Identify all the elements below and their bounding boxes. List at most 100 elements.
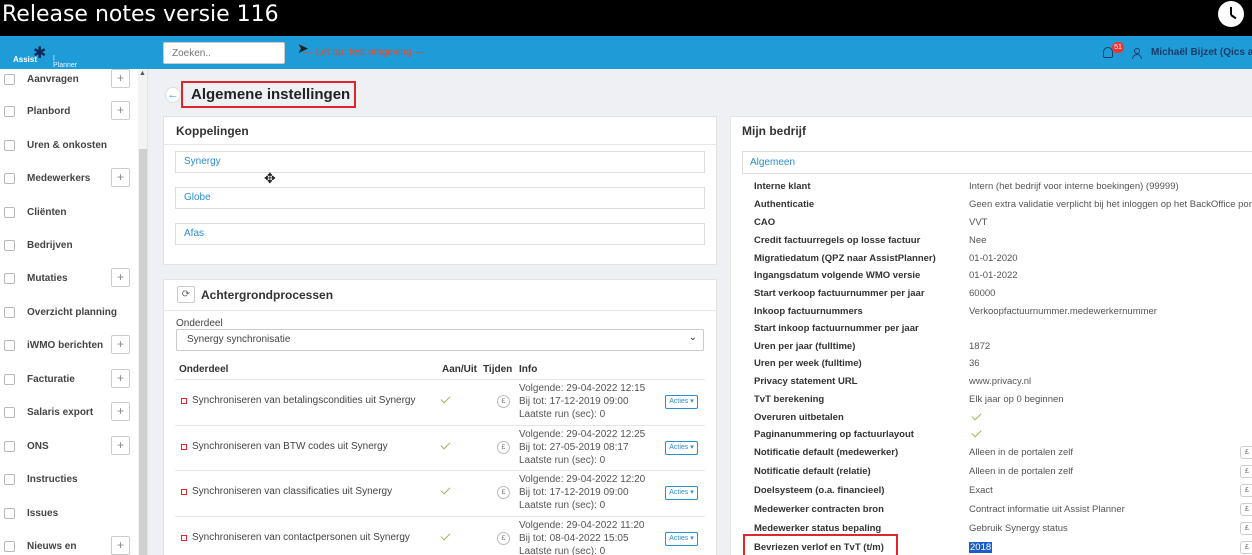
add-button[interactable]: + <box>111 268 130 287</box>
add-button[interactable]: + <box>111 402 130 421</box>
sidebar-item-overzicht-planning[interactable]: Overzicht planning <box>0 302 138 326</box>
onderdeel-select[interactable]: Synergy synchronisatie ⌄ <box>176 329 704 351</box>
sidebar-item-aanvragen[interactable]: Aanvragen + <box>0 69 138 93</box>
sidebar-item-label: Planbord <box>27 106 71 117</box>
setting-value: Alleen in de portalen zelf <box>969 447 1073 458</box>
sidebar-item-planbord[interactable]: Planbord + <box>0 101 138 125</box>
setting-label: Medewerker contracten bron <box>754 504 884 515</box>
sidebar-item-label: iWMO berichten <box>27 340 104 351</box>
clock-icon[interactable] <box>1218 1 1244 27</box>
video-icon <box>4 474 15 485</box>
clock-icon[interactable]: £ <box>497 486 510 499</box>
setting-value-text: Alleen in de portalen zelf <box>969 447 1074 458</box>
sidebar-item-label: Instructies <box>27 474 78 485</box>
setting-value-text: 01-01-2020 <box>969 253 1018 264</box>
calendar-icon <box>4 307 15 318</box>
add-button[interactable]: + <box>111 69 130 88</box>
news-icon <box>4 541 15 552</box>
add-button[interactable]: + <box>111 536 130 555</box>
sidebar-item-ons[interactable]: ONS + <box>0 436 138 460</box>
sidebar-item-salaris-export[interactable]: Salaris export + <box>0 402 138 426</box>
process-until: Bij tot: 27-05-2019 08:17 <box>519 442 629 453</box>
setting-label: Interne klant <box>754 181 811 192</box>
sidebar-item-uren-onkosten[interactable]: Uren & onkosten <box>0 135 138 159</box>
clock-icon[interactable]: £ <box>497 395 510 408</box>
list-icon <box>4 508 15 519</box>
edit-button[interactable]: £ <box>1240 503 1252 516</box>
setting-value-text: Exact <box>969 485 993 496</box>
clock-icon[interactable]: £ <box>497 441 510 454</box>
koppeling-globe[interactable]: Globe <box>175 187 705 209</box>
process-last: Laatste run (sec): 0 <box>519 455 606 466</box>
actions-button[interactable]: Acties ▾ <box>665 532 698 546</box>
users-icon <box>4 173 15 184</box>
sidebar-item-iwmo-berichten[interactable]: iWMO berichten + <box>0 335 138 359</box>
edit-button[interactable]: £ <box>1240 522 1252 535</box>
message-icon <box>4 340 15 351</box>
user-icon[interactable] <box>1132 48 1142 59</box>
setting-label: Doelsysteem (o.a. financieel) <box>754 485 885 496</box>
setting-label: Start verkoop factuurnummer per jaar <box>754 288 925 299</box>
actions-button[interactable]: Acties ▾ <box>665 441 698 455</box>
process-last: Laatste run (sec): 0 <box>519 409 606 420</box>
koppeling-afas[interactable]: Afas <box>175 223 705 245</box>
move-cursor-icon: ✥ <box>264 170 276 186</box>
edit-button[interactable]: £ <box>1240 484 1252 497</box>
annotation-box-title <box>181 81 356 108</box>
refresh-button[interactable]: ⟳ <box>177 286 195 303</box>
process-name: Synchroniseren van BTW codes uit Synergy <box>192 441 388 452</box>
edit-button[interactable]: £ <box>1240 541 1252 554</box>
edit-button[interactable]: £ <box>1240 465 1252 478</box>
setting-value-text: Contract informatie uit Assist Planner <box>969 504 1125 515</box>
search-input[interactable] <box>163 42 285 64</box>
sidebar-item-medewerkers[interactable]: Medewerkers + <box>0 168 138 192</box>
add-button[interactable]: + <box>111 369 130 388</box>
setting-label: Ingangsdatum volgende WMO versie <box>754 270 921 281</box>
add-button[interactable]: + <box>111 168 130 187</box>
setting-value-text: www.privacy.nl <box>969 376 1032 387</box>
sidebar-item-instructies[interactable]: Instructies <box>0 469 138 493</box>
invoice-icon <box>4 374 15 385</box>
setting-value-text: Intern (het bedrijf voor interne boeking… <box>969 181 1179 192</box>
sidebar-scroll-thumb[interactable] <box>139 149 147 555</box>
tab-algemeen[interactable]: Algemeen <box>742 151 1252 174</box>
sidebar-item-label: ONS <box>27 441 49 452</box>
sidebar-item-facturatie[interactable]: Facturatie + <box>0 369 138 393</box>
setting-value: Contract informatie uit Assist Planner <box>969 504 1125 515</box>
process-name: Synchroniseren van classificaties uit Sy… <box>192 486 393 497</box>
process-next: Volgende: 29-04-2022 12:25 <box>519 429 646 440</box>
sidebar-item-issues[interactable]: Issues <box>0 503 138 527</box>
sidebar-item-cli-nten[interactable]: Cliënten <box>0 202 138 226</box>
sidebar-item-mutaties[interactable]: Mutaties + <box>0 268 138 292</box>
user-name[interactable]: Michaël Bijzet (Qics acco <box>1151 47 1252 58</box>
scroll-up-icon[interactable]: ▲ <box>139 70 146 77</box>
actions-button[interactable]: Acties ▾ <box>665 486 698 500</box>
setting-value-text[interactable]: 2018 <box>969 542 993 553</box>
process-next: Volgende: 29-04-2022 12:15 <box>519 383 646 394</box>
add-button[interactable]: + <box>111 436 130 455</box>
sidebar-item-label: Nieuws en <box>27 541 77 552</box>
setting-value-text: 01-01-2022 <box>969 270 1018 281</box>
sidebar-item-bedrijven[interactable]: Bedrijven <box>0 235 138 259</box>
add-button[interactable]: + <box>111 335 130 354</box>
add-button[interactable]: + <box>111 101 130 120</box>
setting-value-text: VVT <box>969 217 988 228</box>
mouse-cursor-icon: ➤ <box>297 40 309 56</box>
sidebar-item-nieuws-en[interactable]: Nieuws en + <box>0 536 138 555</box>
setting-value: 1872 <box>969 341 990 352</box>
col-info: Info <box>519 364 538 375</box>
edit-button[interactable]: £ <box>1240 446 1252 459</box>
process-name: Synchroniseren van betalingscondities ui… <box>192 395 416 406</box>
onderdeel-label: Onderdeel <box>176 318 223 329</box>
setting-label: Uren per week (fulltime) <box>754 358 862 369</box>
setting-value-text: 60000 <box>969 288 996 299</box>
person-icon <box>4 207 15 218</box>
onderdeel-selected: Synergy synchronisatie <box>187 334 291 345</box>
clock-icon[interactable]: £ <box>497 532 510 545</box>
process-name: Synchroniseren van contactpersonen uit S… <box>192 532 410 543</box>
setting-value: Intern (het bedrijf voor interne boeking… <box>969 181 1179 192</box>
koppeling-synergy[interactable]: Synergy <box>175 151 705 173</box>
actions-button[interactable]: Acties ▾ <box>665 395 698 409</box>
back-button[interactable]: ← <box>165 87 181 103</box>
chevron-down-icon: ⌄ <box>688 332 697 343</box>
